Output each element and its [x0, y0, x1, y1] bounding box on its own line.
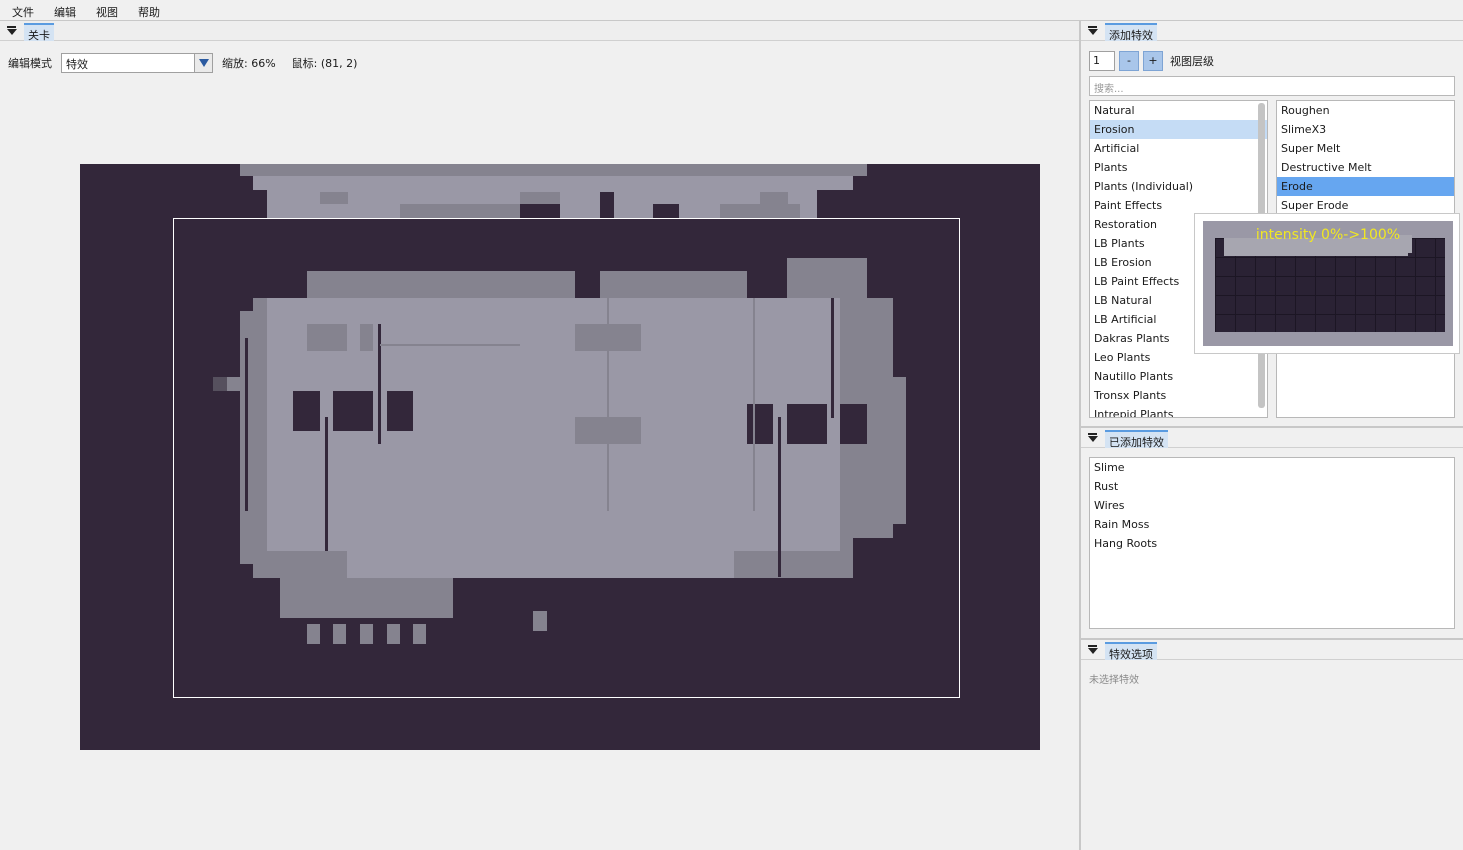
menu-help[interactable]: 帮助	[126, 0, 168, 21]
layer-label: 视图层级	[1170, 55, 1214, 68]
effect-item[interactable]: Super Melt	[1277, 139, 1454, 158]
effect-item[interactable]: Destructive Melt	[1277, 158, 1454, 177]
effect-item[interactable]: SlimeX3	[1277, 120, 1454, 139]
chevron-down-icon[interactable]	[194, 54, 212, 72]
added-effect-item[interactable]: Rain Moss	[1090, 515, 1454, 534]
layer-controls: 1 - + 视图层级	[1089, 51, 1214, 71]
effects-panel: 添加特效 1 - + 视图层级 搜索... Natural Erosion Ar…	[1081, 21, 1463, 850]
zoom-readout: 缩放: 66%	[222, 57, 276, 70]
layer-input[interactable]: 1	[1089, 51, 1115, 71]
effect-item-selected[interactable]: Erode	[1277, 177, 1454, 196]
menubar: 文件 编辑 视图 帮助	[0, 0, 1463, 21]
mouse-readout: 鼠标: (81, 2)	[291, 57, 358, 70]
category-item[interactable]: Nautillo Plants	[1090, 367, 1267, 386]
menu-view[interactable]: 视图	[84, 0, 126, 21]
added-effects-header: 已添加特效	[1081, 428, 1463, 449]
search-input[interactable]: 搜索...	[1089, 76, 1455, 96]
layer-increment-button[interactable]: +	[1143, 51, 1163, 71]
level-panel: 关卡 编辑模式 特效 缩放: 66% 鼠标: (81, 2)	[0, 21, 1080, 850]
category-item[interactable]: Plants	[1090, 158, 1267, 177]
edit-mode-select[interactable]: 特效	[61, 53, 213, 73]
category-item[interactable]: Plants (Individual)	[1090, 177, 1267, 196]
menu-file[interactable]: 文件	[0, 0, 42, 21]
dock-menu-icon[interactable]	[1087, 433, 1099, 443]
tab-level[interactable]: 关卡	[24, 23, 54, 42]
layer-decrement-button[interactable]: -	[1119, 51, 1139, 71]
effect-options-header: 特效选项	[1081, 640, 1463, 661]
added-effects-list[interactable]: Slime Rust Wires Rain Moss Hang Roots	[1089, 457, 1455, 629]
dock-menu-icon[interactable]	[6, 26, 18, 36]
level-tabbar: 关卡	[0, 21, 1080, 42]
level-canvas[interactable]	[80, 164, 1040, 750]
effect-item[interactable]: Roughen	[1277, 101, 1454, 120]
category-item[interactable]: Natural	[1090, 101, 1267, 120]
tab-add-effect[interactable]: 添加特效	[1105, 23, 1157, 42]
category-item[interactable]: Artificial	[1090, 139, 1267, 158]
tab-added-effects[interactable]: 已添加特效	[1105, 430, 1168, 449]
edit-mode-value: 特效	[66, 58, 88, 71]
no-effect-selected-text: 未选择特效	[1089, 675, 1139, 686]
effect-preview-image: intensity 0%->100%	[1203, 221, 1453, 346]
tab-effect-options[interactable]: 特效选项	[1105, 642, 1157, 661]
added-effect-item[interactable]: Rust	[1090, 477, 1454, 496]
added-effect-item[interactable]: Slime	[1090, 458, 1454, 477]
camera-frame	[173, 218, 960, 698]
preview-caption: intensity 0%->100%	[1255, 227, 1401, 243]
category-item[interactable]: Intrepid Plants	[1090, 405, 1267, 417]
added-effect-item[interactable]: Wires	[1090, 496, 1454, 515]
menu-edit[interactable]: 编辑	[42, 0, 84, 21]
mode-toolbar: 编辑模式 特效 缩放: 66% 鼠标: (81, 2)	[8, 53, 373, 73]
category-item-selected[interactable]: Erosion	[1090, 120, 1267, 139]
added-effect-item[interactable]: Hang Roots	[1090, 534, 1454, 553]
effect-preview-tooltip: intensity 0%->100%	[1194, 213, 1460, 354]
add-effect-header: 添加特效	[1081, 21, 1463, 42]
category-item[interactable]: Tronsx Plants	[1090, 386, 1267, 405]
dock-menu-icon[interactable]	[1087, 26, 1099, 36]
edit-mode-label: 编辑模式	[8, 57, 52, 70]
dock-menu-icon[interactable]	[1087, 645, 1099, 655]
